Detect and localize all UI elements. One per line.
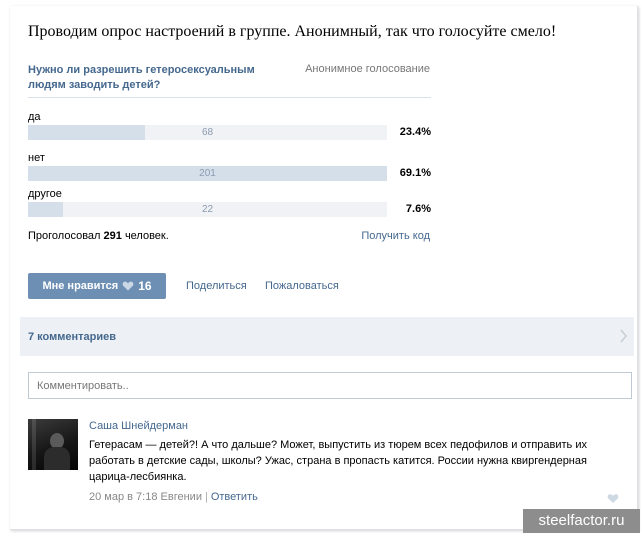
- watermark: steelfactor.ru: [523, 509, 640, 533]
- poll-total-prefix: Проголосовал: [28, 230, 101, 242]
- poll-total: Проголосовал 291 человек.: [28, 230, 169, 242]
- poll-question: Нужно ли разрешить гетеросексуальным люд…: [28, 64, 255, 91]
- avatar[interactable]: [28, 419, 78, 470]
- comment-text: Гетерасам — детей?! А что дальше? Может,…: [89, 439, 587, 483]
- poll-option-label: другое: [28, 188, 62, 200]
- chevron-right-icon: [620, 329, 627, 343]
- share-link[interactable]: Поделиться: [186, 280, 247, 292]
- like-button[interactable]: Мне нравится 16: [28, 273, 166, 299]
- heart-icon[interactable]: [607, 493, 619, 504]
- post-text: Проводим опрос настроений в группе. Анон…: [28, 23, 557, 40]
- poll-total-suffix: человек.: [124, 230, 169, 242]
- poll-percent: 69.1%: [399, 167, 431, 179]
- poll-total-count: 291: [103, 230, 122, 242]
- meta-separator: |: [204, 491, 208, 503]
- poll-option[interactable]: нет 201 69.1%: [28, 152, 431, 186]
- poll-option-label: да: [28, 111, 41, 123]
- comment-meta: 20 мар в 7:18 Евгении | Ответить: [89, 491, 258, 503]
- get-code-link[interactable]: Получить код: [361, 230, 430, 242]
- poll-type-label: Анонимное голосование: [305, 63, 430, 75]
- comment-input[interactable]: [28, 372, 632, 399]
- poll-option[interactable]: другое 22 7.6%: [28, 188, 431, 222]
- poll-divider: [28, 97, 431, 98]
- comment-author[interactable]: Саша Шнейдерман: [89, 420, 188, 432]
- post-card: Проводим опрос настроений в группе. Анон…: [10, 6, 638, 530]
- comments-header[interactable]: 7 комментариев: [20, 317, 634, 356]
- poll-bar: 201: [28, 166, 387, 181]
- heart-icon: [122, 281, 134, 291]
- reply-link[interactable]: Ответить: [211, 491, 258, 503]
- poll-vote-count: 201: [199, 168, 216, 179]
- like-button-label: Мне нравится: [42, 280, 119, 292]
- comments-count: 7 комментариев: [28, 331, 117, 343]
- poll-vote-count: 68: [201, 127, 214, 138]
- poll-bar: 22: [28, 202, 387, 217]
- comment-date[interactable]: 20 мар в 7:18: [89, 491, 157, 503]
- poll-option-label: нет: [28, 152, 45, 164]
- poll-bar: 68: [28, 125, 387, 140]
- comment-reply-to[interactable]: Евгении: [161, 491, 202, 503]
- poll-option[interactable]: да 68 23.4%: [28, 111, 431, 145]
- poll-percent: 7.6%: [405, 203, 431, 215]
- poll-percent: 23.4%: [399, 126, 431, 138]
- like-count: 16: [138, 279, 152, 293]
- poll-vote-count: 22: [201, 204, 214, 215]
- report-link[interactable]: Пожаловаться: [265, 280, 339, 292]
